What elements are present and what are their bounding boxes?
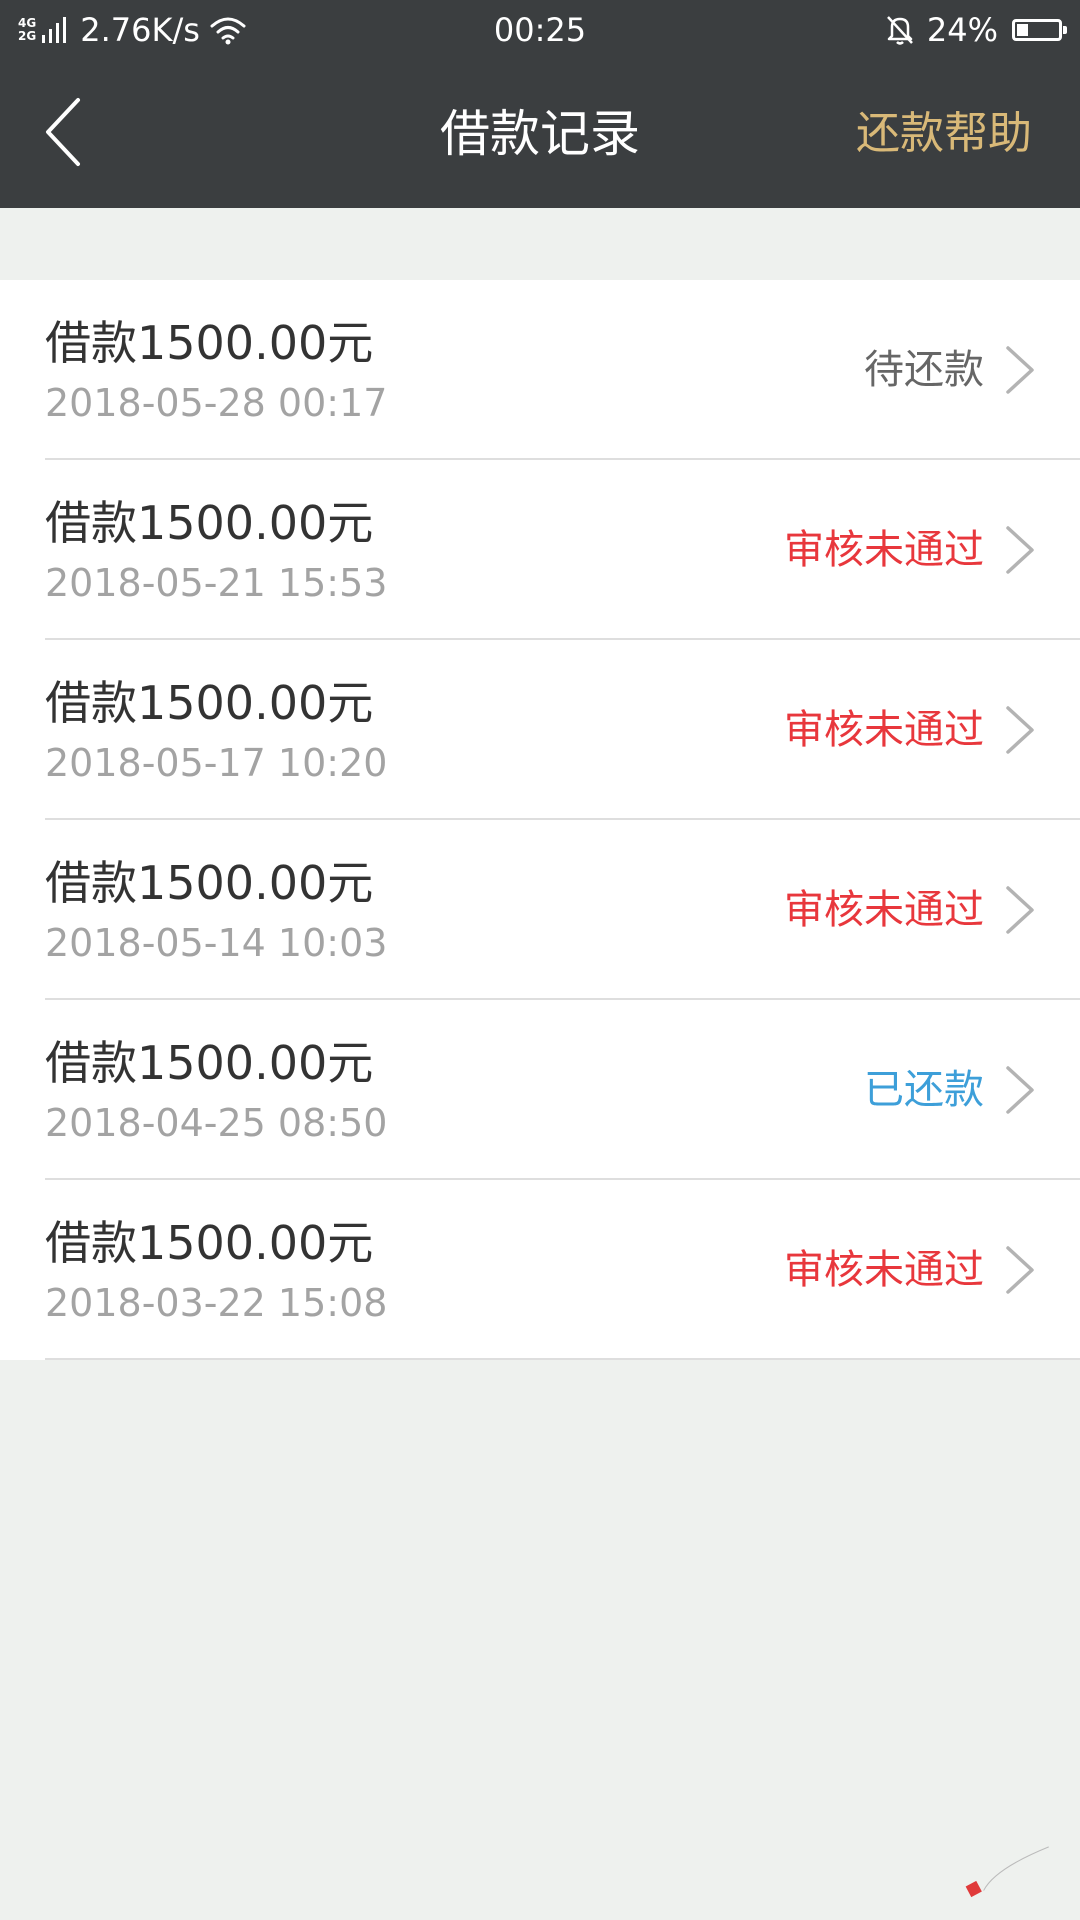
status-right: 24%: [885, 8, 1067, 52]
status-bar: 4G 2G 2.76K/s 00:25 24%: [0, 0, 1080, 60]
loan-status: 审核未通过: [784, 887, 984, 933]
loan-record-row[interactable]: 借款1500.00元 2018-05-17 10:20 审核未通过: [0, 640, 1080, 820]
loan-date: 2018-05-14 10:03: [45, 921, 388, 965]
loan-amount: 借款1500.00元: [45, 676, 374, 730]
loan-record-row[interactable]: 借款1500.00元 2018-05-14 10:03 审核未通过: [0, 820, 1080, 1000]
battery-level: [1017, 24, 1028, 36]
chevron-right-icon: [1006, 1066, 1034, 1114]
loan-status: 已还款: [864, 1067, 984, 1113]
battery-percentage: 24%: [926, 11, 998, 49]
loan-record-row[interactable]: 借款1500.00元 2018-05-28 00:17 待还款: [0, 280, 1080, 460]
loan-status: 审核未通过: [784, 707, 984, 753]
loan-status: 待还款: [864, 347, 984, 393]
loan-record-row[interactable]: 借款1500.00元 2018-05-21 15:53 审核未通过: [0, 460, 1080, 640]
loan-date: 2018-03-22 15:08: [45, 1281, 388, 1325]
loan-record-row[interactable]: 借款1500.00元 2018-03-22 15:08 审核未通过: [0, 1180, 1080, 1360]
loan-status: 审核未通过: [784, 1247, 984, 1293]
repayment-help-link[interactable]: 还款帮助: [856, 60, 1032, 208]
battery-icon: [1012, 19, 1067, 41]
loan-amount: 借款1500.00元: [45, 856, 374, 910]
chevron-right-icon: [1006, 526, 1034, 574]
loan-amount: 借款1500.00元: [45, 496, 374, 550]
loan-date: 2018-05-17 10:20: [45, 741, 388, 785]
chevron-right-icon: [1006, 346, 1034, 394]
bell-muted-icon: [886, 16, 913, 45]
loan-record-row[interactable]: 借款1500.00元 2018-04-25 08:50 已还款: [0, 1000, 1080, 1180]
chevron-right-icon: [1006, 706, 1034, 754]
loan-amount: 借款1500.00元: [45, 1036, 374, 1090]
loan-date: 2018-04-25 08:50: [45, 1101, 388, 1145]
chevron-right-icon: [1006, 1246, 1034, 1294]
loan-date: 2018-05-21 15:53: [45, 561, 388, 605]
chevron-right-icon: [1006, 886, 1034, 934]
loan-amount: 借款1500.00元: [45, 316, 374, 370]
loan-status: 审核未通过: [784, 527, 984, 573]
loan-date: 2018-05-28 00:17: [45, 381, 388, 425]
title-bar: 借款记录 还款帮助: [0, 60, 1080, 208]
loan-record-list: 借款1500.00元 2018-05-28 00:17 待还款 借款1500.00元 2…: [0, 280, 1080, 1360]
watermark-logo: [965, 1846, 1049, 1898]
loan-amount: 借款1500.00元: [45, 1216, 374, 1270]
